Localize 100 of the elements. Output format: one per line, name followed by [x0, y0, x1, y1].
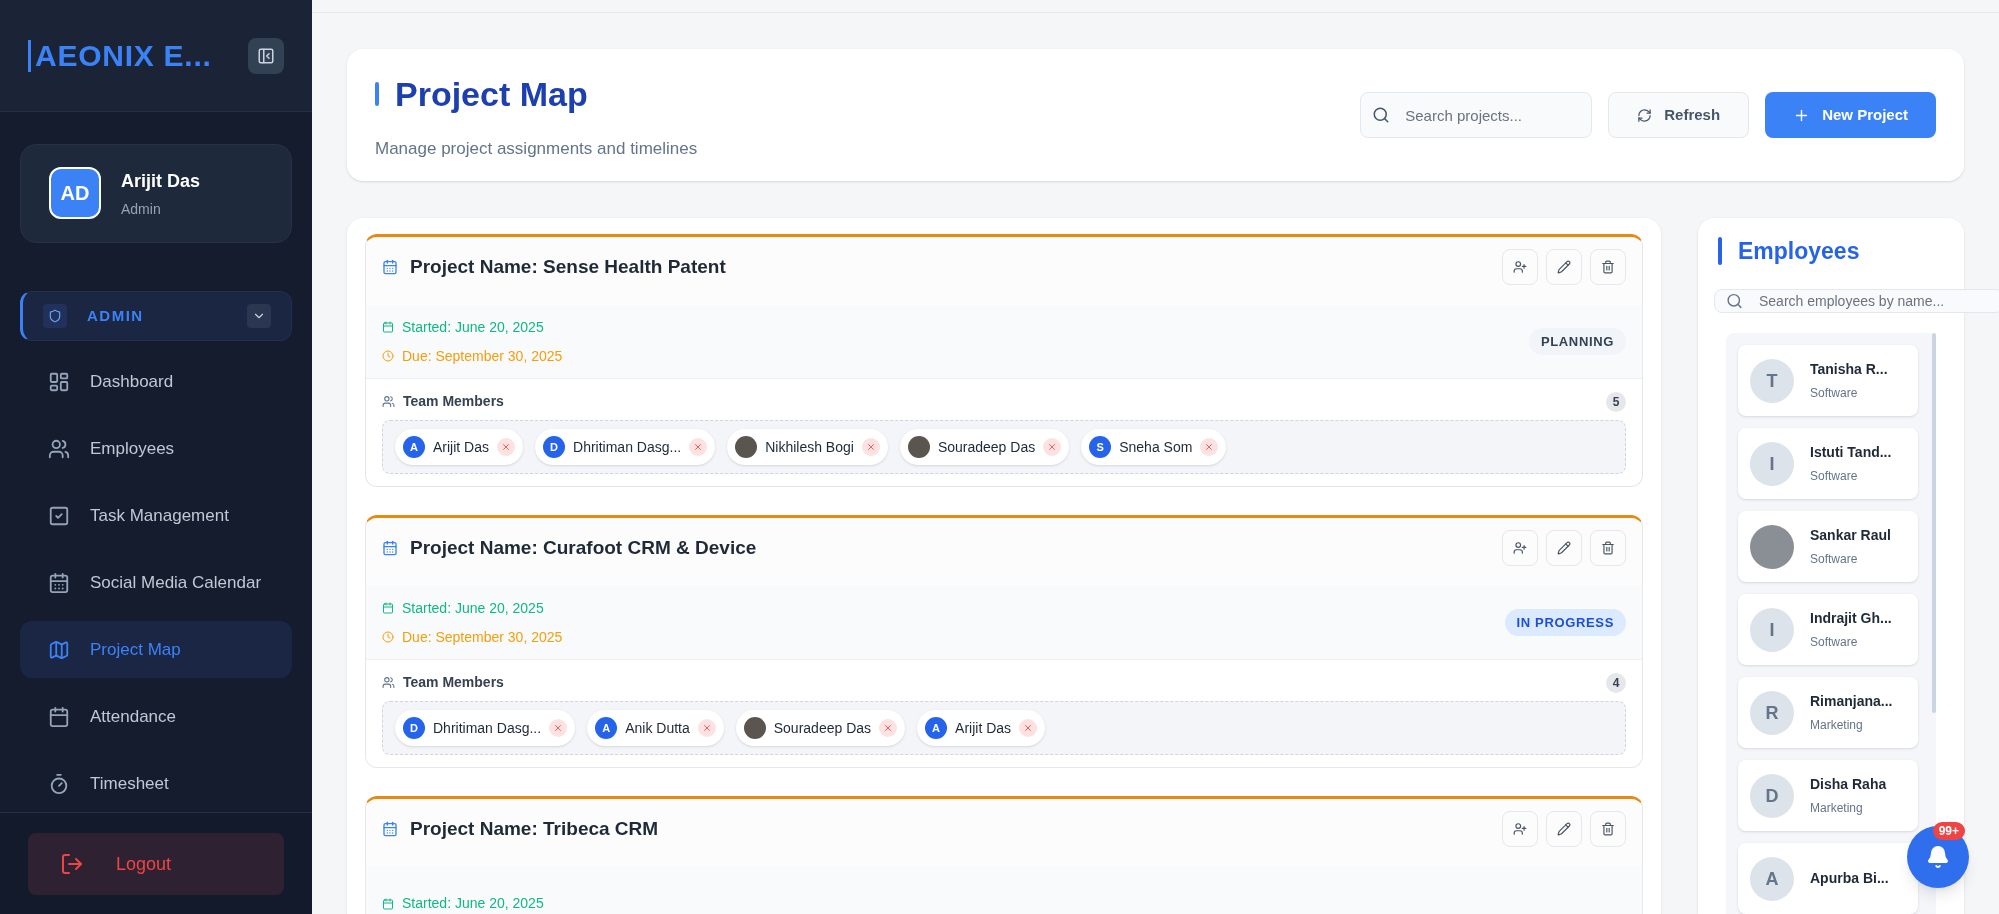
calendar-icon — [382, 897, 394, 910]
status-badge: PLANNING — [1528, 327, 1626, 356]
employee-card[interactable]: D Disha Raha Marketing — [1738, 760, 1918, 831]
start-date: Started: June 20, 2025 — [402, 317, 544, 337]
close-icon — [501, 442, 511, 452]
employee-name: Disha Raha — [1810, 775, 1887, 794]
admin-section-toggle[interactable]: ADMIN — [20, 290, 292, 341]
employee-name: Indrajit Gh... — [1810, 609, 1892, 628]
nav-item[interactable]: Timesheet — [20, 755, 292, 812]
collapse-sidebar-button[interactable] — [248, 37, 284, 74]
calendar-icon — [382, 540, 398, 557]
new-project-button[interactable]: New Project — [1765, 92, 1936, 138]
employee-card[interactable]: I Istuti Tand... Software — [1738, 428, 1918, 499]
employee-avatar: R — [1750, 690, 1794, 735]
edit-button[interactable] — [1546, 811, 1582, 847]
employee-name: Tanisha R... — [1810, 360, 1888, 379]
employee-avatar: A — [1750, 856, 1794, 901]
add-member-button[interactable] — [1502, 530, 1538, 566]
member-avatar: A — [925, 717, 948, 739]
nav-item[interactable]: Task Management — [20, 487, 292, 544]
logo-bar — [28, 39, 31, 72]
employee-card[interactable]: T Tanisha R... Software — [1738, 345, 1918, 416]
nav-item[interactable]: Dashboard — [20, 353, 292, 410]
remove-member-button[interactable] — [689, 438, 708, 456]
delete-button[interactable] — [1590, 530, 1626, 566]
close-icon — [883, 723, 894, 733]
remove-member-button[interactable] — [879, 719, 898, 737]
refresh-button[interactable]: Refresh — [1608, 92, 1750, 138]
member-count: 4 — [1606, 672, 1626, 693]
edit-button[interactable] — [1546, 249, 1582, 285]
user-avatar: AD — [49, 167, 101, 220]
employee-avatar: T — [1750, 358, 1794, 403]
remove-member-button[interactable] — [497, 438, 515, 456]
nav-item[interactable]: Employees — [20, 420, 292, 477]
employee-department: Software — [1810, 551, 1859, 568]
close-icon — [1047, 442, 1058, 452]
map-icon — [48, 638, 70, 661]
clock-icon — [382, 350, 394, 362]
employee-search-field[interactable]: Search employees by name... — [1714, 288, 1999, 313]
employee-department: Marketing — [1810, 717, 1864, 734]
user-role: Admin — [121, 200, 162, 220]
employee-card[interactable]: R Rimanjana... Marketing — [1738, 677, 1918, 748]
nav-item[interactable]: Attendance — [20, 688, 292, 745]
remove-member-button[interactable] — [549, 719, 568, 737]
employee-card[interactable]: Sankar Raul Software — [1738, 511, 1918, 582]
due-date: Due: September 30, 2025 — [402, 346, 563, 366]
delete-button[interactable] — [1590, 249, 1626, 285]
remove-member-button[interactable] — [1200, 438, 1219, 456]
logout-button[interactable]: Logout — [28, 832, 284, 895]
close-icon — [1023, 723, 1034, 733]
close-icon — [553, 723, 564, 733]
member-chip: Souradeep Das — [899, 429, 1070, 465]
timer-icon — [48, 772, 70, 795]
trash-icon — [1601, 541, 1615, 555]
remove-member-button[interactable] — [1019, 719, 1038, 737]
pencil-icon — [1557, 260, 1571, 274]
remove-member-button[interactable] — [1043, 438, 1062, 456]
member-chip: A Arijit Das — [395, 429, 523, 465]
title-bar — [375, 82, 379, 107]
close-icon — [865, 442, 876, 452]
calendar-icon — [382, 321, 394, 333]
employee-avatar: D — [1750, 773, 1794, 818]
employee-card[interactable]: A Apurba Bi... — [1738, 843, 1918, 914]
start-date: Started: June 20, 2025 — [402, 598, 544, 618]
employee-card[interactable]: I Indrajit Gh... Software — [1738, 594, 1918, 665]
pencil-icon — [1557, 822, 1571, 836]
add-member-button[interactable] — [1502, 249, 1538, 285]
remove-member-button[interactable] — [697, 719, 716, 737]
user-plus-icon — [1513, 260, 1527, 274]
edit-button[interactable] — [1546, 530, 1582, 566]
member-avatar: A — [403, 436, 425, 458]
user-name: Arijit Das — [121, 170, 201, 194]
status-badge: IN PROGRESS — [1504, 608, 1626, 637]
photo-placeholder — [1750, 524, 1794, 569]
search-icon — [1372, 106, 1391, 124]
member-chip: A Anik Dutta — [587, 710, 724, 746]
user-plus-icon — [1513, 541, 1527, 555]
trash-icon — [1601, 822, 1615, 836]
photo-placeholder — [743, 717, 766, 739]
photo-placeholder — [907, 436, 930, 458]
employee-department: Software — [1810, 385, 1859, 402]
photo-placeholder — [735, 436, 758, 458]
search-icon — [1726, 292, 1743, 310]
nav-item[interactable]: Social Media Calendar — [20, 554, 292, 611]
user-plus-icon — [1513, 822, 1527, 836]
add-member-button[interactable] — [1502, 811, 1538, 847]
close-icon — [701, 723, 712, 733]
dashboard-icon — [48, 370, 70, 393]
remove-member-button[interactable] — [861, 438, 880, 456]
member-chip: Souradeep Das — [735, 710, 906, 746]
project-search-field[interactable]: Search projects... — [1360, 92, 1593, 138]
delete-button[interactable] — [1590, 811, 1626, 847]
close-icon — [693, 442, 704, 452]
panel-title: Employees — [1738, 237, 1860, 266]
collapse-icon — [257, 46, 275, 65]
member-chip: S Sneha Som — [1081, 429, 1227, 465]
pencil-icon — [1557, 541, 1571, 555]
employee-department: Software — [1810, 468, 1859, 485]
start-date: Started: June 20, 2025 — [402, 894, 544, 913]
nav-item[interactable]: Project Map — [20, 621, 292, 678]
